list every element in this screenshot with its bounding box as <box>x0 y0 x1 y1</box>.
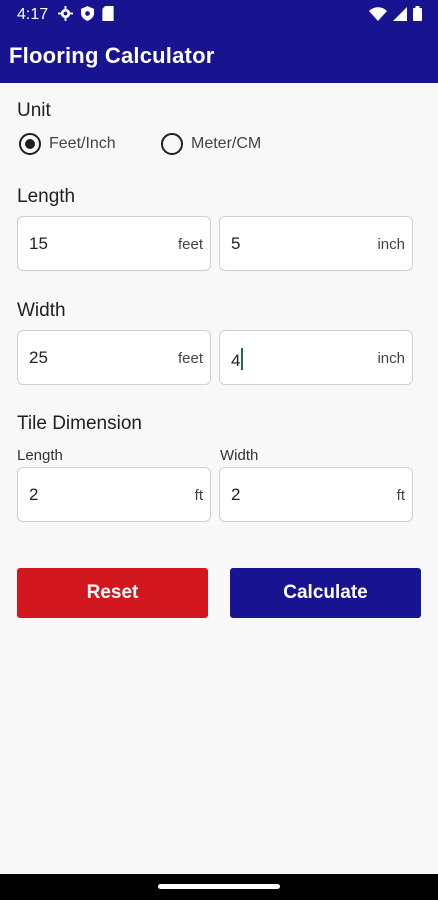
width-inch-field[interactable]: 4 inch <box>219 330 413 385</box>
width-feet-unit: feet <box>177 350 203 367</box>
system-nav-bar <box>0 874 438 900</box>
radio-feet-inch[interactable]: Feet/Inch <box>19 133 116 155</box>
tile-width-unit: ft <box>396 487 405 504</box>
text-cursor <box>241 348 244 370</box>
radio-meter-cm[interactable]: Meter/CM <box>161 133 261 155</box>
length-feet-value: 15 <box>29 234 48 253</box>
length-inch-unit: inch <box>377 236 405 253</box>
radio-checked-icon[interactable] <box>19 133 41 155</box>
tile-length-label: Length <box>17 447 63 464</box>
width-inch-value-wrap: 4 <box>231 348 244 371</box>
gear-icon <box>58 6 73 21</box>
status-icons-left <box>58 6 114 21</box>
radio-meter-cm-label: Meter/CM <box>191 135 262 152</box>
radio-unchecked-icon[interactable] <box>161 133 183 155</box>
battery-icon <box>413 6 422 21</box>
width-inch-value: 4 <box>231 351 241 370</box>
unit-label: Unit <box>17 100 51 121</box>
reset-button[interactable]: Reset <box>17 568 208 618</box>
length-feet-unit: feet <box>177 236 203 253</box>
tile-width-field[interactable]: 2 ft <box>219 467 413 522</box>
status-icons-right <box>369 6 422 21</box>
tile-length-value: 2 <box>29 485 39 504</box>
width-feet-field[interactable]: 25 feet <box>17 330 211 385</box>
length-inch-field[interactable]: 5 inch <box>219 216 413 271</box>
tile-length-unit: ft <box>194 487 203 504</box>
sd-card-icon <box>102 6 114 21</box>
length-label: Length <box>17 186 76 207</box>
radio-feet-inch-label: Feet/Inch <box>49 135 116 152</box>
tile-length-field[interactable]: 2 ft <box>17 467 211 522</box>
home-gesture-handle[interactable] <box>158 884 280 889</box>
tile-width-label: Width <box>220 447 259 464</box>
width-label: Width <box>17 300 66 321</box>
tile-dimension-label: Tile Dimension <box>17 413 142 434</box>
width-inch-unit: inch <box>377 350 405 367</box>
length-inch-value: 5 <box>231 234 241 253</box>
tile-width-value: 2 <box>231 485 241 504</box>
calculate-button[interactable]: Calculate <box>230 568 421 618</box>
app-title: Flooring Calculator <box>9 43 215 68</box>
wifi-icon <box>369 6 387 21</box>
length-feet-field[interactable]: 15 feet <box>17 216 211 271</box>
signal-icon <box>393 6 407 21</box>
app-bar: 4:17 Flooring Calculator <box>0 0 438 83</box>
shield-icon <box>81 6 94 21</box>
status-time: 4:17 <box>17 6 49 23</box>
width-feet-value: 25 <box>29 348 48 367</box>
